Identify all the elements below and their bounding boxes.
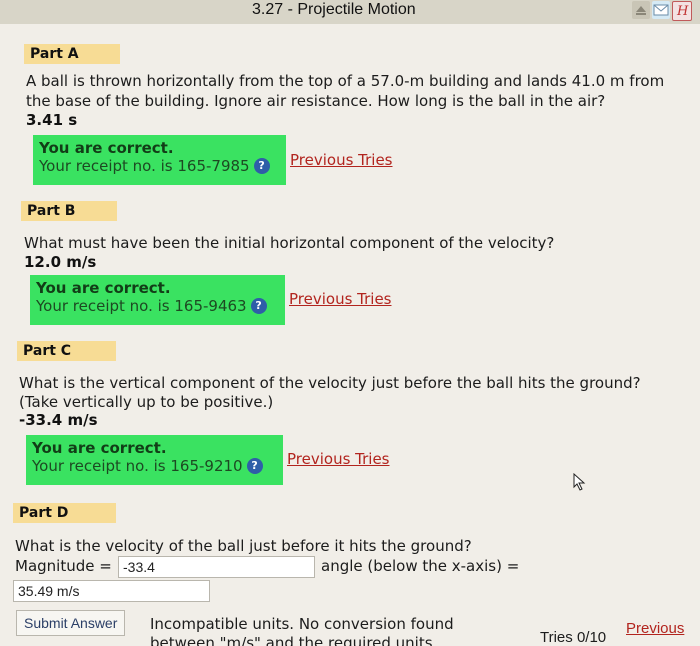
- page-title: 3.27 - Projectile Motion: [252, 1, 416, 18]
- part-d-label: Part D: [13, 503, 116, 523]
- part-c-label: Part C: [17, 341, 116, 361]
- part-a-correct-box: You are correct. Your receipt no. is 165…: [33, 135, 286, 185]
- correct-title: You are correct.: [39, 139, 174, 157]
- title-bar: 3.27 - Projectile Motion H: [0, 0, 700, 25]
- part-d-previous-tries-link[interactable]: Previous: [626, 620, 684, 637]
- toolbar-icons: H: [632, 1, 692, 21]
- part-a-label: Part A: [24, 44, 120, 64]
- magnitude-label: Magnitude =: [15, 557, 112, 575]
- receipt-row: Your receipt no. is 165-9210 ?: [32, 457, 277, 475]
- correct-title: You are correct.: [32, 439, 167, 457]
- feedback-message-line1: Incompatible units. No conversion found: [150, 615, 454, 633]
- help-book-icon[interactable]: H: [672, 1, 692, 21]
- part-c-answer: -33.4 m/s: [19, 411, 98, 429]
- part-d-question: What is the velocity of the ball just be…: [15, 537, 472, 555]
- svg-text:H: H: [676, 4, 689, 18]
- receipt-number: Your receipt no. is 165-9463: [36, 297, 247, 315]
- angle-input[interactable]: 35.49 m/s: [13, 580, 210, 602]
- part-c-question-line1: What is the vertical component of the ve…: [19, 374, 641, 392]
- magnitude-input[interactable]: -33.4: [118, 556, 315, 578]
- receipt-number: Your receipt no. is 165-7985: [39, 157, 250, 175]
- part-b-label: Part B: [21, 201, 117, 221]
- help-icon[interactable]: ?: [250, 298, 267, 314]
- help-icon[interactable]: ?: [253, 158, 270, 174]
- mail-icon[interactable]: [652, 1, 670, 19]
- help-icon[interactable]: ?: [246, 458, 263, 474]
- part-b-question: What must have been the initial horizont…: [24, 234, 555, 252]
- part-c-previous-tries-link[interactable]: Previous Tries: [287, 450, 390, 468]
- tries-counter: Tries 0/10: [540, 629, 607, 646]
- mouse-cursor-icon: [573, 473, 586, 491]
- part-a-previous-tries-link[interactable]: Previous Tries: [290, 151, 393, 169]
- feedback-message-line2: between "m/s" and the required units.: [150, 634, 438, 646]
- part-c-correct-box: You are correct. Your receipt no. is 165…: [26, 435, 283, 485]
- angle-label: angle (below the x-axis) =: [321, 557, 520, 575]
- correct-title: You are correct.: [36, 279, 171, 297]
- part-b-answer: 12.0 m/s: [24, 253, 97, 271]
- submit-answer-button[interactable]: Submit Answer: [16, 610, 126, 636]
- part-a-question-line1: A ball is thrown horizontally from the t…: [26, 72, 665, 90]
- part-b-previous-tries-link[interactable]: Previous Tries: [289, 290, 392, 308]
- part-a-question-line2: the base of the building. Ignore air res…: [26, 92, 606, 110]
- part-a-answer: 3.41 s: [26, 111, 78, 129]
- eject-icon[interactable]: [632, 1, 650, 19]
- receipt-row: Your receipt no. is 165-7985 ?: [39, 157, 280, 175]
- part-c-question-line2: (Take vertically up to be positive.): [19, 393, 274, 411]
- part-b-correct-box: You are correct. Your receipt no. is 165…: [30, 275, 285, 325]
- receipt-row: Your receipt no. is 165-9463 ?: [36, 297, 279, 315]
- receipt-number: Your receipt no. is 165-9210: [32, 457, 243, 475]
